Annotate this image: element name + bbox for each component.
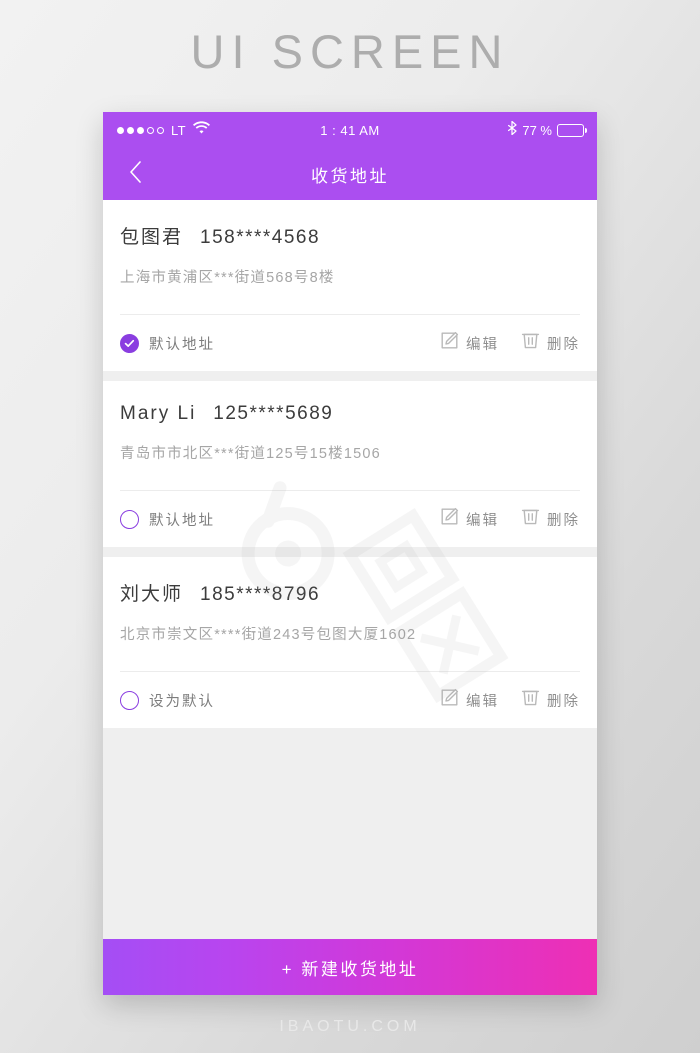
card-action-group: 编辑 删除 bbox=[440, 507, 580, 531]
battery-icon bbox=[557, 123, 587, 137]
address-detail: 青岛市市北区***街道125号15楼1506 bbox=[120, 446, 381, 462]
site-footer: IBAOTU.COM bbox=[279, 1018, 421, 1035]
radio-unchecked-icon bbox=[120, 509, 139, 529]
address-card[interactable]: 刘大师 185****8796 北京市崇文区****街道243号包图大厦1602 设为… bbox=[103, 557, 597, 728]
recipient-phone: 185****8796 bbox=[200, 584, 321, 605]
edit-icon bbox=[440, 331, 459, 355]
address-card-header: 包图君 158****4568 上海市黄浦区***街道568号8楼 bbox=[120, 200, 580, 314]
delete-address-button[interactable]: 删除 bbox=[521, 688, 580, 712]
delete-label: 删除 bbox=[547, 512, 580, 529]
edit-address-button[interactable]: 编辑 bbox=[440, 331, 499, 355]
trash-icon bbox=[521, 331, 540, 355]
edit-icon bbox=[440, 507, 459, 531]
set-default-label: 默认地址 bbox=[149, 512, 215, 529]
card-action-group: 编辑 删除 bbox=[440, 688, 580, 712]
edit-label: 编辑 bbox=[466, 512, 499, 529]
address-card[interactable]: 包图君 158****4568 上海市黄浦区***街道568号8楼默认地址 编辑 删除 bbox=[103, 200, 597, 371]
delete-address-button[interactable]: 删除 bbox=[521, 331, 580, 355]
nav-bar: 收货地址 bbox=[103, 148, 597, 200]
recipient-phone: 158****4568 bbox=[200, 227, 321, 248]
recipient-name: 刘大师 bbox=[120, 584, 184, 605]
set-default-toggle[interactable]: 默认地址 bbox=[120, 333, 215, 354]
set-default-label: 默认地址 bbox=[149, 336, 215, 353]
page-title: UI SCREEN bbox=[190, 25, 510, 78]
recipient-phone: 125****5689 bbox=[213, 403, 334, 424]
edit-label: 编辑 bbox=[466, 336, 499, 353]
chevron-left-icon bbox=[129, 160, 142, 188]
address-nameline: 刘大师 185****8796 bbox=[120, 579, 580, 606]
edit-icon bbox=[440, 688, 459, 712]
trash-icon bbox=[521, 688, 540, 712]
address-card-actions: 默认地址 编辑 删除 bbox=[120, 315, 580, 371]
page-heading-title: 收货地址 bbox=[311, 166, 389, 186]
address-nameline: Mary Li 125****5689 bbox=[120, 403, 580, 425]
edit-address-button[interactable]: 编辑 bbox=[440, 688, 499, 712]
status-bar: LT 1 : 41 AM 77 % bbox=[103, 112, 597, 148]
address-card-actions: 默认地址 编辑 删除 bbox=[120, 491, 580, 547]
address-detail: 北京市崇文区****街道243号包图大厦1602 bbox=[120, 627, 417, 643]
status-bar-right: 77 % bbox=[508, 112, 587, 148]
address-detail: 上海市黄浦区***街道568号8楼 bbox=[120, 270, 335, 286]
address-card-header: Mary Li 125****5689 青岛市市北区***街道125号15楼1506 bbox=[120, 381, 580, 490]
edit-address-button[interactable]: 编辑 bbox=[440, 507, 499, 531]
radio-unchecked-icon bbox=[120, 690, 139, 710]
address-card[interactable]: Mary Li 125****5689 青岛市市北区***街道125号15楼1506… bbox=[103, 381, 597, 547]
delete-label: 删除 bbox=[547, 693, 580, 710]
recipient-name: Mary Li bbox=[120, 403, 197, 424]
recipient-name: 包图君 bbox=[120, 227, 184, 248]
new-address-button[interactable]: + 新建收货地址 bbox=[103, 939, 597, 995]
address-list: 包图君 158****4568 上海市黄浦区***街道568号8楼 默认地址 编辑 删除 M… bbox=[103, 200, 597, 939]
set-default-toggle[interactable]: 设为默认 bbox=[120, 690, 215, 711]
back-button[interactable] bbox=[115, 148, 155, 200]
phone-mockup: LT 1 : 41 AM 77 % 收货地址 包图君 158****4568 上… bbox=[103, 112, 597, 995]
set-default-label: 设为默认 bbox=[149, 693, 215, 710]
edit-label: 编辑 bbox=[466, 693, 499, 710]
set-default-toggle[interactable]: 默认地址 bbox=[120, 509, 215, 530]
radio-checked-icon bbox=[120, 333, 139, 353]
bluetooth-icon bbox=[508, 120, 517, 140]
delete-address-button[interactable]: 删除 bbox=[521, 507, 580, 531]
address-nameline: 包图君 158****4568 bbox=[120, 222, 580, 249]
card-action-group: 编辑 删除 bbox=[440, 331, 580, 355]
battery-percent-label: 77 % bbox=[522, 122, 552, 138]
address-card-header: 刘大师 185****8796 北京市崇文区****街道243号包图大厦1602 bbox=[120, 557, 580, 671]
delete-label: 删除 bbox=[547, 336, 580, 353]
trash-icon bbox=[521, 507, 540, 531]
new-address-label: + 新建收货地址 bbox=[281, 959, 419, 979]
address-card-actions: 设为默认 编辑 删除 bbox=[120, 672, 580, 728]
